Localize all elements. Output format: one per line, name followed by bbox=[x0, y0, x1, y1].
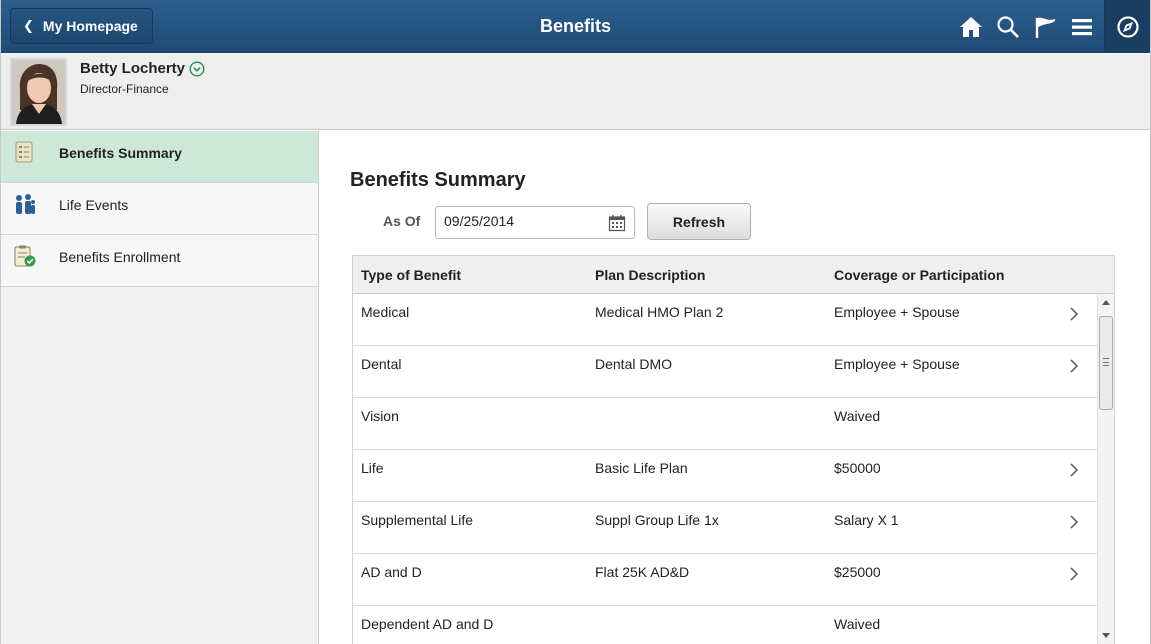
cell-type: Medical bbox=[361, 304, 410, 320]
column-header-plan: Plan Description bbox=[595, 267, 706, 283]
main-content: Benefits Summary As Of Refresh Type of B… bbox=[320, 131, 1150, 644]
chevron-right-icon[interactable] bbox=[1069, 358, 1079, 374]
person-info: Betty Locherty Director-Finance bbox=[80, 60, 205, 96]
table-row[interactable]: Supplemental Life Suppl Group Life 1x Sa… bbox=[353, 502, 1114, 554]
avatar bbox=[10, 58, 67, 126]
chevron-right-icon[interactable] bbox=[1069, 566, 1079, 582]
cell-plan: Dental DMO bbox=[595, 356, 673, 372]
profile-header: Betty Locherty Director-Finance bbox=[1, 54, 1150, 130]
as-of-date-input[interactable] bbox=[444, 213, 594, 229]
cell-plan: Basic Life Plan bbox=[595, 460, 688, 476]
table-row: Vision Waived bbox=[353, 398, 1114, 450]
benefits-enrollment-icon bbox=[14, 245, 36, 267]
cell-plan: Flat 25K AD&D bbox=[595, 564, 690, 580]
left-nav: Benefits Summary Life Events Benefits En… bbox=[1, 131, 319, 644]
cell-coverage: $50000 bbox=[834, 460, 881, 476]
sidebar-item-life-events[interactable]: Life Events bbox=[1, 183, 318, 235]
cell-type: AD and D bbox=[361, 564, 422, 580]
job-title: Director-Finance bbox=[80, 82, 169, 96]
benefits-summary-icon bbox=[15, 141, 33, 163]
as-of-label: As Of bbox=[383, 213, 421, 229]
home-icon[interactable] bbox=[952, 0, 989, 53]
cell-type: Life bbox=[361, 460, 384, 476]
cell-plan: Suppl Group Life 1x bbox=[595, 512, 719, 528]
scroll-down-arrow-icon[interactable] bbox=[1098, 628, 1114, 644]
grid-header: Type of Benefit Plan Description Coverag… bbox=[353, 255, 1114, 294]
cell-coverage: Employee + Spouse bbox=[834, 356, 960, 372]
grip-icon bbox=[1103, 358, 1109, 366]
table-row[interactable]: Medical Medical HMO Plan 2 Employee + Sp… bbox=[353, 294, 1114, 346]
menu-icon[interactable] bbox=[1063, 0, 1100, 53]
sidebar-item-label: Benefits Enrollment bbox=[59, 249, 181, 265]
page-title: Benefits Summary bbox=[350, 169, 526, 191]
column-header-type: Type of Benefit bbox=[361, 267, 462, 283]
search-icon[interactable] bbox=[989, 0, 1026, 53]
cell-plan: Medical HMO Plan 2 bbox=[595, 304, 724, 320]
chevron-left-icon: ❮ bbox=[23, 18, 34, 33]
table-row: Dependent AD and D Waived bbox=[353, 606, 1114, 644]
sidebar-item-benefits-enrollment[interactable]: Benefits Enrollment bbox=[1, 235, 318, 287]
flag-icon[interactable] bbox=[1026, 0, 1063, 53]
sidebar-item-label: Life Events bbox=[59, 197, 129, 213]
scroll-up-arrow-icon[interactable] bbox=[1098, 294, 1114, 310]
as-of-date-field[interactable] bbox=[435, 206, 635, 239]
back-to-homepage-button[interactable]: ❮ My Homepage bbox=[10, 8, 153, 44]
benefits-app: ❮ My Homepage Benefits Betty Locherty Di… bbox=[0, 0, 1151, 644]
chevron-down-circle-icon[interactable] bbox=[189, 60, 205, 77]
grid-scrollbar[interactable] bbox=[1097, 294, 1114, 644]
cell-type: Supplemental Life bbox=[361, 512, 474, 528]
table-row[interactable]: Dental Dental DMO Employee + Spouse bbox=[353, 346, 1114, 398]
benefits-grid: Type of Benefit Plan Description Coverag… bbox=[352, 255, 1115, 644]
chevron-right-icon[interactable] bbox=[1069, 514, 1079, 530]
cell-type: Dependent AD and D bbox=[361, 616, 494, 632]
grid-body: Medical Medical HMO Plan 2 Employee + Sp… bbox=[353, 294, 1114, 644]
chevron-right-icon[interactable] bbox=[1069, 306, 1079, 322]
calendar-icon[interactable] bbox=[608, 214, 626, 232]
table-row[interactable]: AD and D Flat 25K AD&D $25000 bbox=[353, 554, 1114, 606]
scrollbar-thumb[interactable] bbox=[1099, 316, 1113, 410]
column-header-coverage: Coverage or Participation bbox=[834, 267, 1005, 283]
cell-type: Vision bbox=[361, 408, 399, 424]
sidebar-item-benefits-summary[interactable]: Benefits Summary bbox=[1, 131, 318, 183]
refresh-button[interactable]: Refresh bbox=[647, 203, 751, 240]
table-row[interactable]: Life Basic Life Plan $50000 bbox=[353, 450, 1114, 502]
chevron-right-icon[interactable] bbox=[1069, 462, 1079, 478]
cell-coverage: Salary X 1 bbox=[834, 512, 899, 528]
compass-icon[interactable] bbox=[1104, 0, 1150, 53]
top-banner: ❮ My Homepage Benefits bbox=[1, 0, 1150, 53]
cell-coverage: Employee + Spouse bbox=[834, 304, 960, 320]
cell-coverage: $25000 bbox=[834, 564, 881, 580]
person-name: Betty Locherty bbox=[80, 60, 186, 77]
cell-coverage: Waived bbox=[834, 408, 881, 424]
banner-actions bbox=[952, 0, 1150, 53]
sidebar-item-label: Benefits Summary bbox=[59, 145, 182, 161]
life-events-icon bbox=[16, 194, 35, 214]
back-button-label: My Homepage bbox=[42, 18, 138, 34]
cell-type: Dental bbox=[361, 356, 402, 372]
cell-coverage: Waived bbox=[834, 616, 881, 632]
